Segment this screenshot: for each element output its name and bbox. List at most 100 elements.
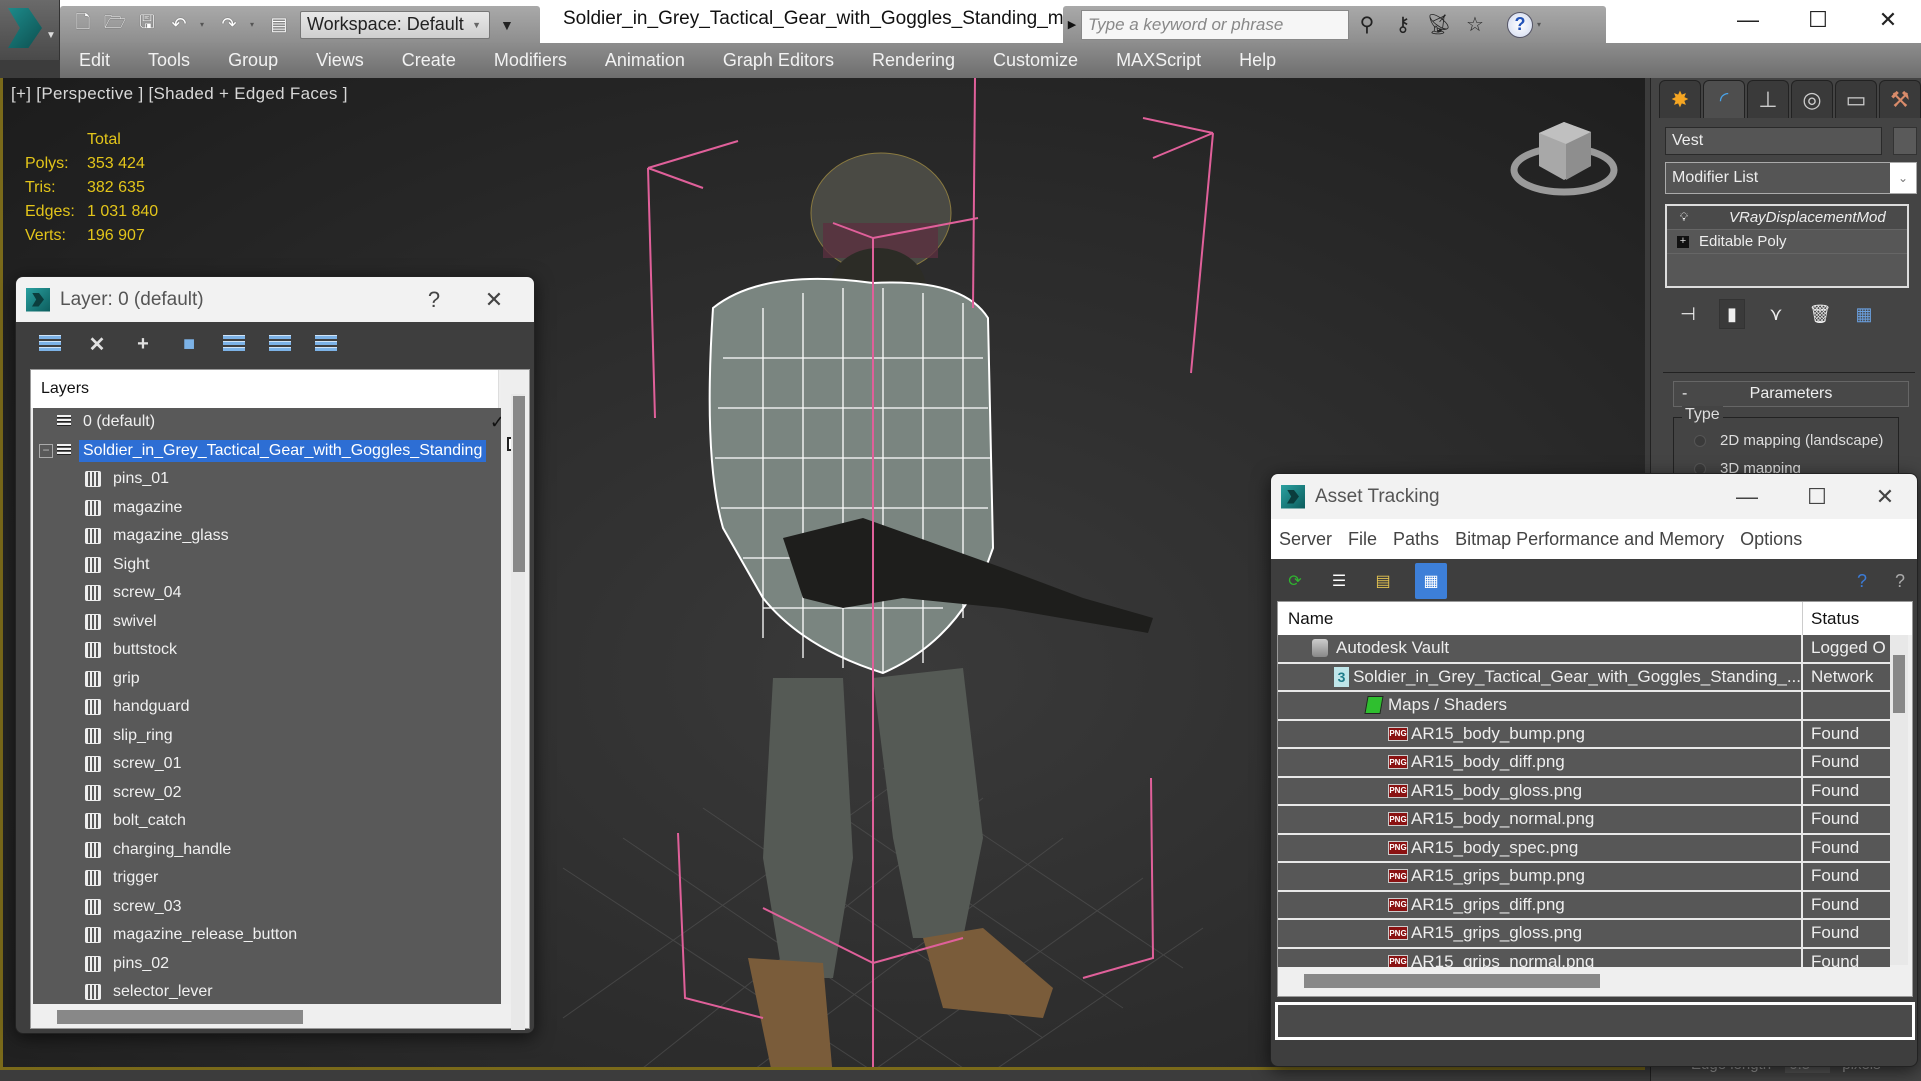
remove-modifier-icon[interactable]: 🗑︎ [1807,299,1833,329]
menu-help[interactable]: Help [1220,50,1295,71]
scrollbar-thumb[interactable] [513,396,525,572]
asset-row[interactable]: PNG AR15_body_bump.png Found [1278,720,1890,749]
configure-modifier-sets-icon[interactable]: ▦ [1851,299,1877,329]
layer-object-row[interactable]: screw_03 [33,893,503,922]
help-button[interactable]: ? [414,277,454,322]
modifier-stack-item[interactable]: 💡︎ VRayDisplacementMod [1667,206,1907,230]
help-dropdown-icon[interactable]: ▾ [1537,20,1541,29]
freeze-layer-icon[interactable] [314,331,340,357]
delete-layer-icon[interactable]: ✕ [84,331,110,357]
layer-object-row[interactable]: selector_lever [33,978,503,1004]
satellite-dish-icon[interactable]: 📡︎ [1421,12,1457,37]
open-folder-icon[interactable]: 🗁 [104,12,126,36]
minimize-button[interactable]: — [1713,0,1783,40]
pin-stack-icon[interactable]: ⊣ [1675,299,1701,329]
menu-rendering[interactable]: Rendering [853,50,974,71]
dialog-title-bar[interactable]: Layer: 0 (default) ? ✕ [16,277,534,322]
key-icon[interactable]: ⚷ [1385,12,1421,37]
asset-path-field[interactable] [1275,1002,1915,1040]
layer-object-row[interactable]: pins_02 [33,950,503,979]
asset-row[interactable]: PNG AR15_grips_bump.png Found [1278,863,1890,892]
viewport-label[interactable]: [+] [Perspective ] [Shaded + Edged Faces… [11,84,348,104]
menu-edit[interactable]: Edit [60,50,129,71]
asset-row[interactable]: PNG AR15_grips_normal.png Found [1278,948,1890,967]
redo-icon[interactable]: ↷ [218,14,240,36]
horizontal-scrollbar[interactable] [1304,974,1600,988]
layer-object-row[interactable]: magazine [33,494,503,523]
layer-object-row[interactable]: screw_04 [33,579,503,608]
layer-object-row[interactable]: charging_handle [33,836,503,865]
layer-object-row[interactable]: handguard [33,693,503,722]
star-icon[interactable]: ☆ [1457,12,1493,37]
menu-group[interactable]: Group [209,50,297,71]
horizontal-scrollbar[interactable] [57,1010,303,1024]
asset-row[interactable]: PNG AR15_grips_gloss.png Found [1278,920,1890,949]
workspace-dropdown[interactable]: Workspace: Default ▼ [300,10,490,39]
layer-object-row[interactable]: magazine_glass [33,522,503,551]
maximize-button[interactable]: ☐ [1797,474,1837,519]
asset-row[interactable]: Autodesk Vault Logged O [1278,635,1890,664]
menu-animation[interactable]: Animation [586,50,704,71]
minimize-button[interactable]: — [1727,474,1767,519]
column-header-status[interactable]: Status [1803,602,1883,635]
close-button[interactable]: ✕ [474,277,514,322]
display-tab[interactable]: ▭ [1835,80,1877,118]
layer-object-row[interactable]: bolt_catch [33,807,503,836]
create-layer-icon[interactable] [38,331,64,357]
menu-views[interactable]: Views [297,50,383,71]
scrollbar-thumb[interactable] [1893,655,1905,713]
parameters-rollout-header[interactable]: - Parameters [1673,381,1909,407]
project-folder-icon[interactable]: ▤ [268,14,290,36]
menu-customize[interactable]: Customize [974,50,1097,71]
close-button[interactable]: ✕ [1853,0,1921,40]
select-objects-icon[interactable]: ■ [176,331,202,357]
asset-row[interactable]: PNG AR15_body_spec.png Found [1278,834,1890,863]
lightbulb-icon[interactable]: 💡︎ [1675,210,1693,225]
vertical-scrollbar[interactable] [511,394,525,1030]
context-help-icon[interactable]: ? [1895,571,1905,592]
refresh-icon[interactable]: ⟳ [1283,568,1307,594]
menu-file[interactable]: File [1340,529,1385,550]
close-button[interactable]: ✕ [1865,474,1905,519]
column-header-name[interactable]: Name [1278,602,1803,635]
make-unique-icon[interactable]: ⋎ [1763,299,1789,329]
help-icon[interactable]: ? [1507,11,1533,38]
hierarchy-tab[interactable]: ⊥ [1747,80,1789,118]
asset-row[interactable]: PNG AR15_body_gloss.png Found [1278,777,1890,806]
asset-row[interactable]: PNG AR15_body_normal.png Found [1278,806,1890,835]
modifier-list-dropdown[interactable]: Modifier List ⌄ [1665,162,1917,194]
object-color-swatch[interactable] [1893,127,1917,155]
motion-tab[interactable]: ◎ [1791,80,1833,118]
layer-object-row[interactable]: slip_ring [33,722,503,751]
modifier-stack-item[interactable]: + Editable Poly [1667,230,1907,254]
menu-tools[interactable]: Tools [129,50,209,71]
expand-icon[interactable]: + [1677,235,1689,248]
show-end-result-icon[interactable]: ▮ [1719,299,1745,329]
binoculars-icon[interactable]: ⚲ [1349,12,1385,37]
add-to-layer-icon[interactable]: + [130,331,156,357]
list-view-icon[interactable]: ☰ [1327,568,1351,594]
object-name-field[interactable]: Vest [1665,127,1882,155]
layers-column-header[interactable]: Layers [31,370,499,408]
online-help-icon[interactable]: ? [1857,571,1867,592]
menu-paths[interactable]: Paths [1385,529,1447,550]
menu-server[interactable]: Server [1271,529,1340,550]
asset-row[interactable]: PNG AR15_body_diff.png Found [1278,749,1890,778]
layer-object-row[interactable]: screw_01 [33,750,503,779]
radio-2d-mapping[interactable]: 2D mapping (landscape) [1694,432,1883,449]
layer-row[interactable]: 0 (default) ✓ [33,408,503,437]
collapse-icon[interactable]: − [39,443,53,458]
tree-view-icon[interactable]: ▤ [1371,568,1395,594]
layer-object-row[interactable]: screw_02 [33,779,503,808]
customize-toolbar-icon[interactable]: ▼ [500,17,514,33]
menu-modifiers[interactable]: Modifiers [475,50,586,71]
menu-create[interactable]: Create [383,50,475,71]
save-icon[interactable]: 🖫 [136,12,158,36]
maximize-button[interactable]: ☐ [1783,0,1853,40]
search-input[interactable] [1081,9,1349,40]
layer-object-row[interactable]: buttstock [33,636,503,665]
undo-icon[interactable]: ↶ [168,14,190,36]
layer-object-row[interactable]: swivel [33,608,503,637]
undo-dropdown-icon[interactable]: ▾ [200,20,208,29]
layer-object-row[interactable]: Sight [33,551,503,580]
